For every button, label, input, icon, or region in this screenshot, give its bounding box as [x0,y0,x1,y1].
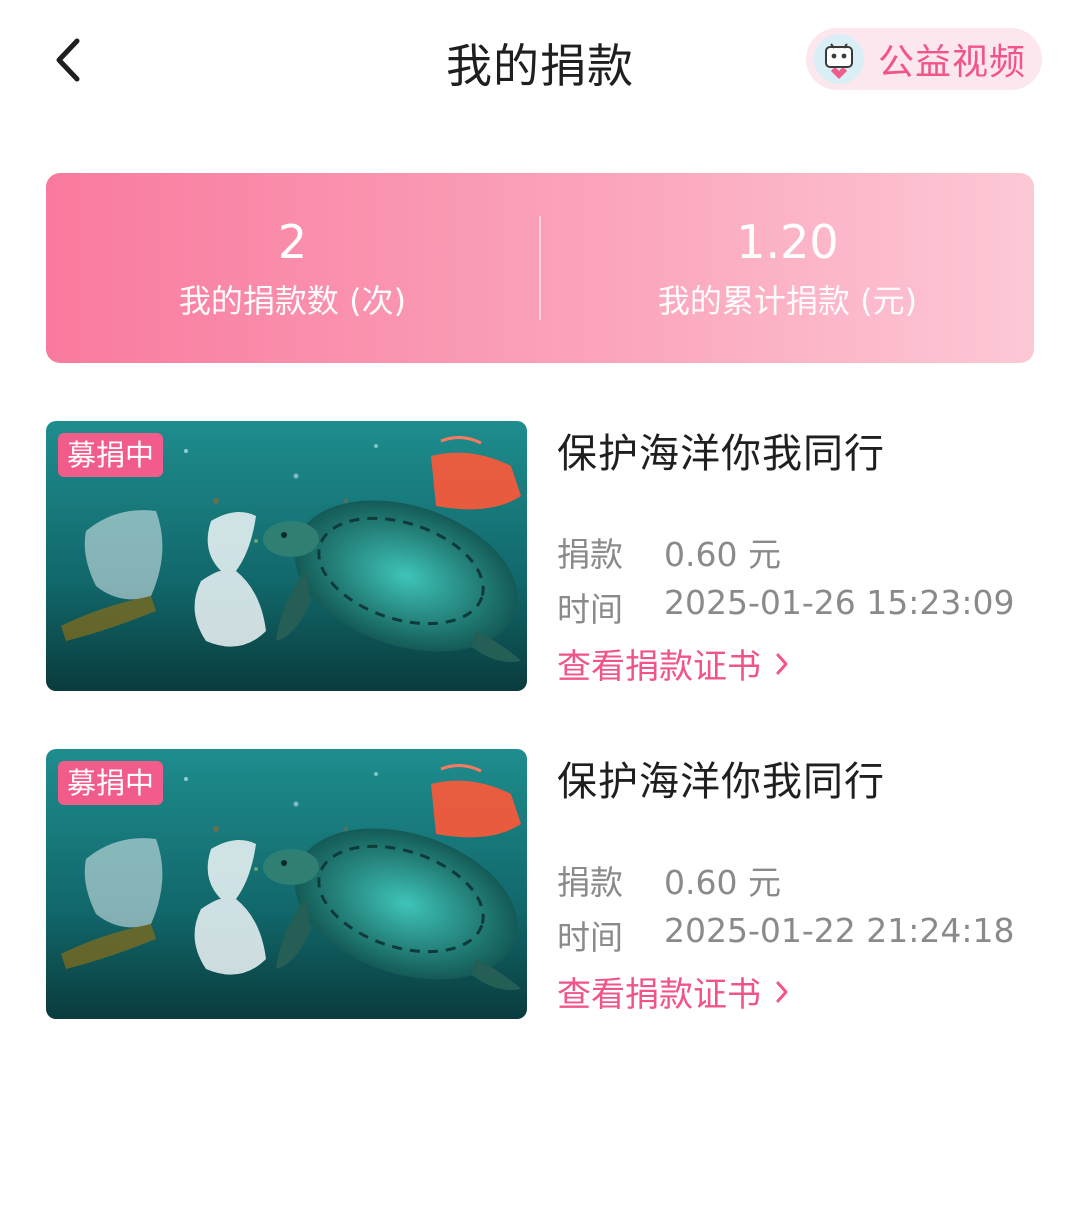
chevron-right-icon [775,652,789,676]
status-badge: 募捐中 [58,761,164,805]
project-title[interactable]: 保护海洋你我同行 [557,749,885,807]
amount-value: 0.60 元 [664,863,781,902]
amount-row: 捐款 0.60 元 [557,528,781,576]
donation-total-stat: 1.20 我的累计捐款 (元) [541,214,1034,322]
donation-count-label: 我的捐款数 (次) [178,282,407,320]
amount-value: 0.60 元 [664,535,781,574]
amount-key: 捐款 [557,863,623,902]
donation-total-label: 我的累计捐款 (元) [657,282,918,320]
donation-total-value: 1.20 [736,215,839,269]
chevron-right-icon [775,980,789,1004]
donation-record[interactable]: 募捐中 保护海洋你我同行 捐款 0.60 元 时间 2025-01-26 15:… [46,421,1036,691]
time-value: 2025-01-26 15:23:09 [664,583,1015,622]
time-row: 时间 2025-01-26 15:23:09 [557,583,1014,631]
time-key: 时间 [557,590,623,629]
donation-count-stat: 2 我的捐款数 (次) [46,214,539,322]
donation-summary-banner: 2 我的捐款数 (次) 1.20 我的累计捐款 (元) [46,173,1034,363]
view-certificate-label: 查看捐款证书 [557,975,761,1015]
mascot-icon [814,34,864,84]
time-row: 时间 2025-01-22 21:24:18 [557,911,1014,959]
project-thumbnail[interactable]: 募捐中 [46,749,527,1019]
time-value: 2025-01-22 21:24:18 [664,911,1015,950]
top-bar: 我的捐款 公益视频 [0,0,1080,120]
view-certificate-link[interactable]: 查看捐款证书 [557,639,789,688]
view-certificate-label: 查看捐款证书 [557,647,761,687]
status-badge: 募捐中 [58,433,164,477]
view-certificate-link[interactable]: 查看捐款证书 [557,967,789,1016]
amount-row: 捐款 0.60 元 [557,856,781,904]
donation-record[interactable]: 募捐中 保护海洋你我同行 捐款 0.60 元 时间 2025-01-22 21:… [46,749,1036,1019]
donation-count-value: 2 [277,215,308,269]
project-title[interactable]: 保护海洋你我同行 [557,421,885,479]
charity-video-button[interactable]: 公益视频 [806,28,1042,90]
time-key: 时间 [557,918,623,957]
amount-key: 捐款 [557,535,623,574]
charity-video-label: 公益视频 [878,42,1027,83]
project-thumbnail[interactable]: 募捐中 [46,421,527,691]
